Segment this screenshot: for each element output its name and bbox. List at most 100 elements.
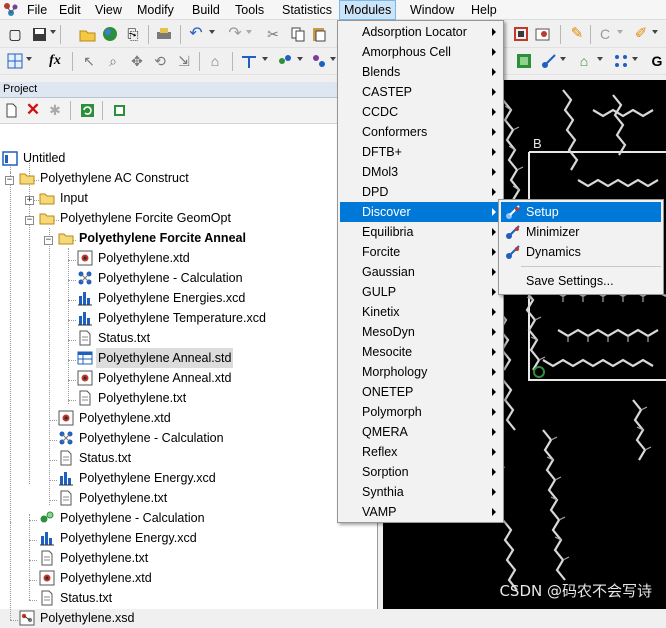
- tree-file[interactable]: Polyethylene.xsd: [19, 608, 137, 628]
- fit-view-icon[interactable]: [512, 25, 530, 43]
- menu-item-dynamics[interactable]: Dynamics: [501, 242, 661, 262]
- tree-file[interactable]: Polyethylene Temperature.xcd: [77, 308, 268, 328]
- export-icon[interactable]: ⎘: [124, 25, 142, 43]
- discover-tool-icon[interactable]: [540, 52, 558, 70]
- menu-item-gaussian[interactable]: Gaussian: [340, 262, 501, 282]
- symmetry-icon[interactable]: [240, 52, 258, 70]
- menu-tools[interactable]: Tools: [234, 0, 265, 20]
- tree-file[interactable]: Polyethylene.xtd: [77, 248, 192, 268]
- menu-item-polymorph[interactable]: Polymorph: [340, 402, 501, 422]
- menu-item-reflex[interactable]: Reflex: [340, 442, 501, 462]
- tree-file[interactable]: Polyethylene Energy.xcd: [39, 528, 199, 548]
- menu-help[interactable]: Help: [470, 0, 498, 20]
- tree-file[interactable]: Polyethylene.xtd: [39, 568, 154, 588]
- menu-item-setup[interactable]: Setup: [501, 202, 661, 222]
- menu-item-castep[interactable]: CASTEP: [340, 82, 501, 102]
- menu-item-dpd[interactable]: DPD: [340, 182, 501, 202]
- new-icon[interactable]: ▢: [6, 25, 24, 43]
- tree-folder-ac-construct[interactable]: Polyethylene AC Construct: [19, 168, 191, 188]
- menu-item-forcite[interactable]: Forcite: [340, 242, 501, 262]
- tree-file[interactable]: Polyethylene - Calculation: [39, 508, 207, 528]
- menu-item-sorption[interactable]: Sorption: [340, 462, 501, 482]
- grid-select-icon[interactable]: [6, 52, 24, 70]
- delete-icon[interactable]: ✕: [24, 101, 42, 119]
- menu-item-qmera[interactable]: QMERA: [340, 422, 501, 442]
- menu-item-vamp[interactable]: VAMP: [340, 502, 501, 522]
- home-icon[interactable]: ⌂: [206, 52, 224, 70]
- redo-icon[interactable]: ↷: [226, 25, 244, 43]
- menu-item-discover[interactable]: Discover: [340, 202, 501, 222]
- calculation-tool-icon[interactable]: [276, 52, 294, 70]
- cut-icon[interactable]: ✂: [264, 25, 282, 43]
- paste-icon[interactable]: [310, 25, 328, 43]
- collapse-toggle[interactable]: −: [44, 236, 53, 245]
- menu-modules[interactable]: Modules: [339, 0, 397, 20]
- tree-file[interactable]: Polyethylene Anneal.xtd: [77, 368, 233, 388]
- sketch-atom-icon[interactable]: ✐: [632, 25, 650, 43]
- menu-item-onetep[interactable]: ONETEP: [340, 382, 501, 402]
- menu-item-mesodyn[interactable]: MesoDyn: [340, 322, 501, 342]
- tree-item-untitled[interactable]: Untitled: [2, 148, 67, 168]
- tree-file[interactable]: Status.txt: [39, 588, 114, 608]
- undo-icon[interactable]: ↶: [187, 25, 205, 43]
- tree-folder-anneal[interactable]: Polyethylene Forcite Anneal: [58, 228, 248, 248]
- menu-item-ccdc[interactable]: CCDC: [340, 102, 501, 122]
- menu-window[interactable]: Window: [409, 0, 455, 20]
- menu-item-amorphous-cell[interactable]: Amorphous Cell: [340, 42, 501, 62]
- menu-item-minimizer[interactable]: Minimizer: [501, 222, 661, 242]
- tree-file[interactable]: Status.txt: [77, 328, 152, 348]
- molecule-tool-icon[interactable]: [310, 52, 328, 70]
- fx-button[interactable]: fx: [44, 52, 66, 70]
- menu-modify[interactable]: Modify: [136, 0, 175, 20]
- collapse-toggle[interactable]: −: [5, 176, 14, 185]
- menu-statistics[interactable]: Statistics: [281, 0, 333, 20]
- properties-icon[interactable]: ✱: [46, 101, 64, 119]
- menu-item-dftb[interactable]: DFTB+: [340, 142, 501, 162]
- save-icon[interactable]: [30, 25, 48, 43]
- crystal-icon[interactable]: [515, 52, 533, 70]
- ring-icon[interactable]: C: [596, 25, 614, 43]
- tree-folder-input[interactable]: Input: [39, 188, 90, 208]
- tree-file[interactable]: Status.txt: [58, 448, 133, 468]
- menu-item-synthia[interactable]: Synthia: [340, 482, 501, 502]
- book-icon[interactable]: [110, 101, 128, 119]
- open-folder-icon[interactable]: [78, 25, 96, 43]
- menu-item-mesocite[interactable]: Mesocite: [340, 342, 501, 362]
- tree-file[interactable]: Polyethylene Energies.xcd: [77, 288, 247, 308]
- new-document-icon[interactable]: [2, 101, 20, 119]
- tree-file[interactable]: Polyethylene.xtd: [58, 408, 173, 428]
- menu-item-blends[interactable]: Blends: [340, 62, 501, 82]
- tree-file[interactable]: Polyethylene.txt: [39, 548, 150, 568]
- menu-file[interactable]: File: [26, 0, 48, 20]
- surface-icon[interactable]: ⌂: [575, 52, 593, 70]
- sketch-pencil-icon[interactable]: ✎: [568, 25, 586, 43]
- menu-item-kinetix[interactable]: Kinetix: [340, 302, 501, 322]
- translate-icon[interactable]: ✥: [128, 52, 146, 70]
- globe-icon[interactable]: [101, 25, 119, 43]
- expand-toggle[interactable]: +: [25, 196, 34, 205]
- pointer-icon[interactable]: ↖: [80, 52, 98, 70]
- menu-item-dmol3[interactable]: DMol3: [340, 162, 501, 182]
- menu-item-morphology[interactable]: Morphology: [340, 362, 501, 382]
- tree-file[interactable]: Polyethylene - Calculation: [77, 268, 245, 288]
- menu-item-adsorption-locator[interactable]: Adsorption Locator: [340, 22, 501, 42]
- amorphous-icon[interactable]: [612, 52, 630, 70]
- menu-build[interactable]: Build: [191, 0, 221, 20]
- copy-icon[interactable]: [289, 25, 307, 43]
- menu-view[interactable]: View: [94, 0, 123, 20]
- menu-item-gulp[interactable]: GULP: [340, 282, 501, 302]
- display-style-icon[interactable]: [534, 25, 552, 43]
- tree-file[interactable]: Polyethylene Energy.xcd: [58, 468, 218, 488]
- rotate-icon[interactable]: ⟲: [151, 52, 169, 70]
- print-icon[interactable]: [155, 25, 173, 43]
- tree-folder-geomopt[interactable]: Polyethylene Forcite GeomOpt: [39, 208, 233, 228]
- tree-file-selected[interactable]: Polyethylene Anneal.std: [77, 348, 234, 368]
- zoom-icon[interactable]: ⌕: [104, 52, 122, 70]
- menu-edit[interactable]: Edit: [58, 0, 82, 20]
- collapse-toggle[interactable]: −: [25, 216, 34, 225]
- menu-item-save-settings[interactable]: Save Settings...: [501, 271, 661, 291]
- refresh-icon[interactable]: [78, 101, 96, 119]
- tree-file[interactable]: Polyethylene.txt: [58, 488, 169, 508]
- tree-file[interactable]: Polyethylene.txt: [77, 388, 188, 408]
- gaussian-icon[interactable]: G: [648, 52, 666, 70]
